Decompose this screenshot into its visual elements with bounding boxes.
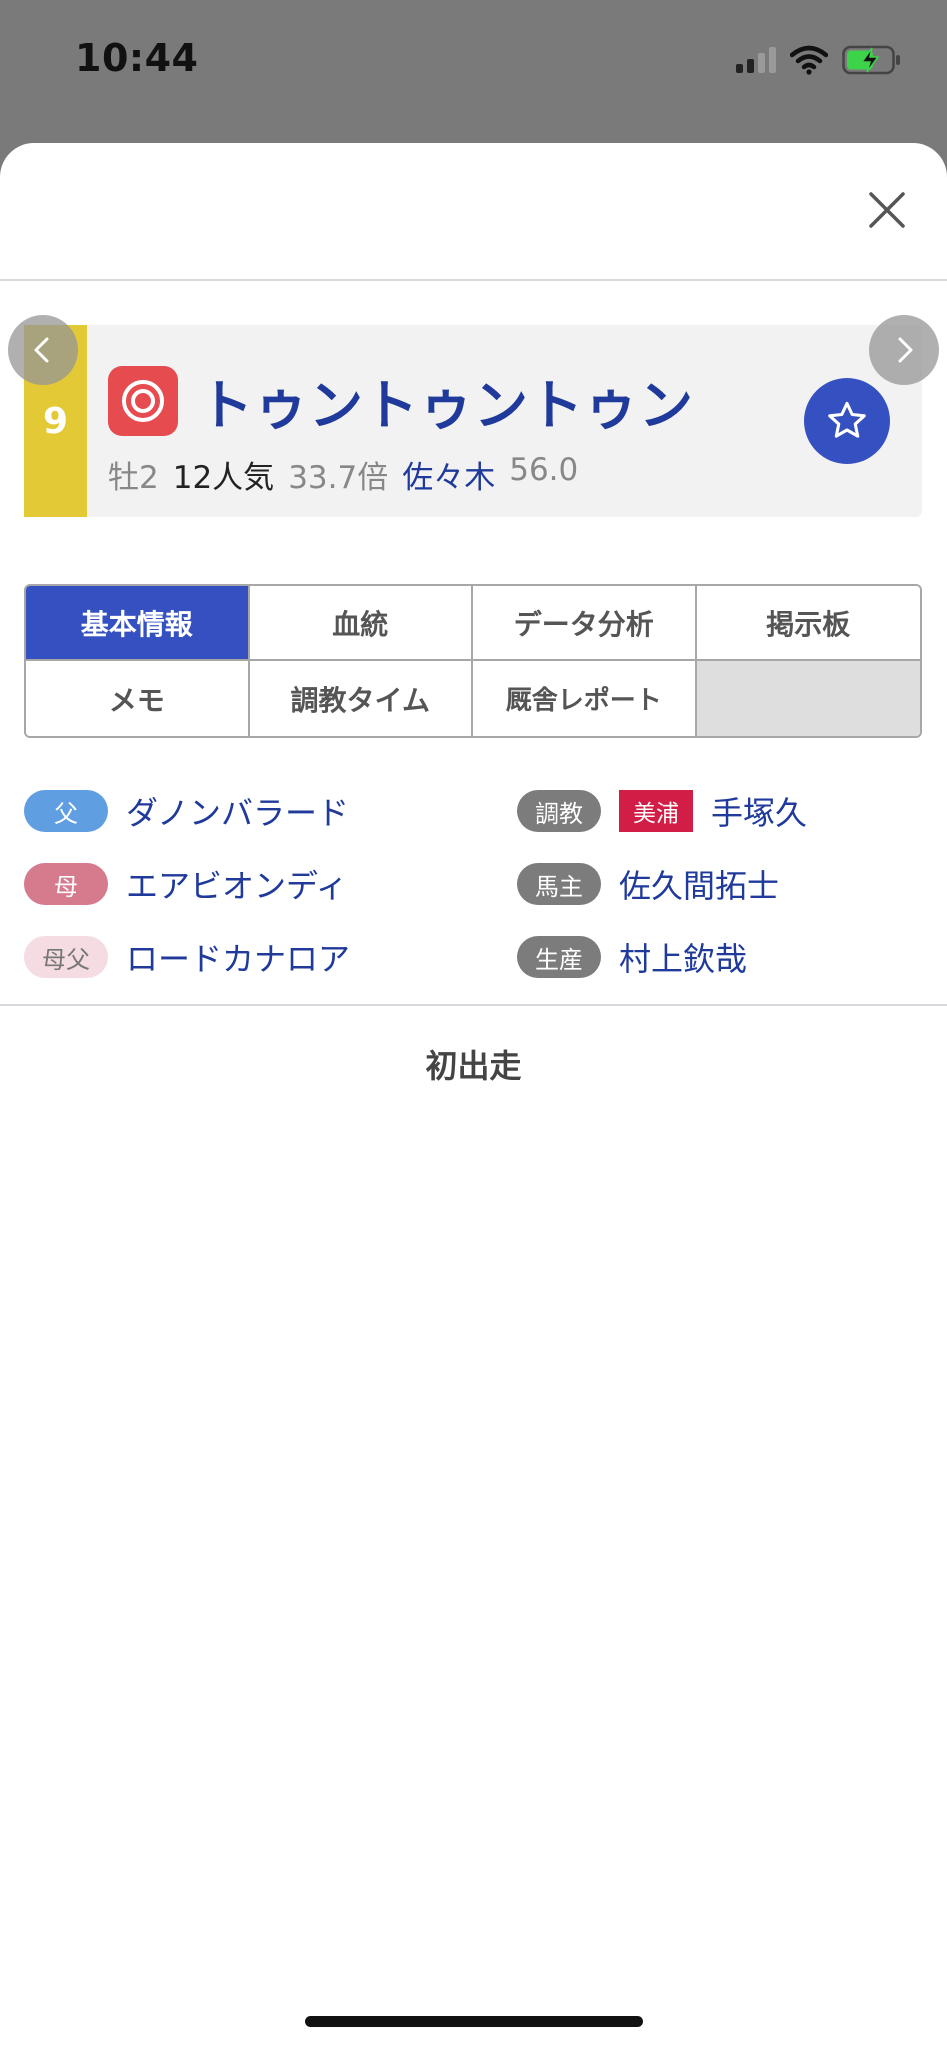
damsire-link[interactable]: ロードカナロア xyxy=(126,934,350,980)
horse-name: トゥントゥントゥン xyxy=(199,374,694,437)
home-indicator[interactable] xyxy=(305,2016,643,2027)
status-time: 10:44 xyxy=(75,36,199,80)
trainer-row: 調教 美浦 手塚久 xyxy=(517,787,807,835)
trainer-label: 調教 xyxy=(517,790,601,832)
dam-row: 母 エアビオンディ xyxy=(24,860,348,908)
status-icons xyxy=(736,42,902,78)
trainer-link[interactable]: 手塚久 xyxy=(711,788,807,834)
tab-pedigree[interactable]: 血統 xyxy=(249,586,473,661)
horse-popularity: 12人気 xyxy=(172,460,275,496)
favorite-button[interactable] xyxy=(804,378,890,464)
horse-sex-age: 牡2 xyxy=(108,460,159,496)
owner-label: 馬主 xyxy=(517,863,601,905)
horse-weight: 56.0 xyxy=(509,452,579,488)
breeder-label: 生産 xyxy=(517,936,601,978)
tab-memo[interactable]: メモ xyxy=(26,661,250,736)
section-divider xyxy=(0,1004,947,1006)
jockey-link[interactable]: 佐々木 xyxy=(402,452,495,497)
horse-meta: 牡2 12人気 33.7倍 佐々木 56.0 xyxy=(108,452,578,497)
gate-number: 9 xyxy=(42,400,69,442)
close-icon xyxy=(869,192,905,228)
wifi-icon xyxy=(790,45,828,75)
status-bar: 10:44 xyxy=(0,0,947,130)
dam-label: 母 xyxy=(24,863,108,905)
battery-charging-icon xyxy=(842,45,900,75)
horse-odds: 33.7倍 xyxy=(288,460,389,496)
owner-row: 馬主 佐久間拓士 xyxy=(517,860,779,908)
tab-stable-report[interactable]: 厩舎レポート xyxy=(473,661,697,736)
horse-card: 9 トゥントゥントゥン 牡2 12人気 33.7倍 佐々木 56.0 xyxy=(24,325,922,517)
trainer-region-badge: 美浦 xyxy=(619,790,693,832)
tab-empty-slot xyxy=(696,661,920,736)
breeder-row: 生産 村上欽哉 xyxy=(517,933,747,981)
tab-bulletin-board[interactable]: 掲示板 xyxy=(696,586,920,661)
close-button[interactable] xyxy=(867,190,907,230)
tab-data-analysis[interactable]: データ分析 xyxy=(473,586,697,661)
sire-row: 父 ダノンバラード xyxy=(24,787,349,835)
prev-horse-button[interactable] xyxy=(8,315,78,385)
breeder-link[interactable]: 村上欽哉 xyxy=(619,934,747,980)
owner-link[interactable]: 佐久間拓士 xyxy=(619,861,779,907)
double-circle-mark-icon[interactable] xyxy=(108,366,178,436)
star-icon xyxy=(828,401,866,438)
damsire-label: 母父 xyxy=(24,936,108,978)
damsire-row: 母父 ロードカナロア xyxy=(24,933,350,981)
horse-detail-sheet: 9 トゥントゥントゥン 牡2 12人気 33.7倍 佐々木 56.0 基本情報 … xyxy=(0,143,947,2048)
sire-label: 父 xyxy=(24,790,108,832)
tab-training-time[interactable]: 調教タイム xyxy=(249,661,473,736)
next-horse-button[interactable] xyxy=(869,315,939,385)
dam-link[interactable]: エアビオンディ xyxy=(126,861,348,907)
sheet-header xyxy=(0,143,947,281)
race-history-message: 初出走 xyxy=(425,1047,522,1085)
detail-tabs: 基本情報 血統 データ分析 掲示板 メモ 調教タイム 厩舎レポート xyxy=(24,584,922,738)
chevron-left-icon xyxy=(34,337,49,363)
signal-icon xyxy=(736,47,776,73)
chevron-right-icon xyxy=(898,337,913,363)
tab-basic-info[interactable]: 基本情報 xyxy=(26,586,250,661)
sire-link[interactable]: ダノンバラード xyxy=(126,788,349,834)
